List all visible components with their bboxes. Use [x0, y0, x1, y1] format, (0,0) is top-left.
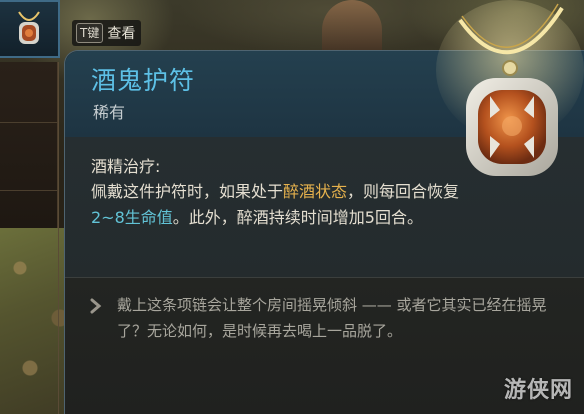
amulet-artwork — [436, 0, 584, 176]
side-divider — [58, 62, 59, 414]
key-hint-label: 查看 — [107, 26, 136, 42]
site-watermark: 游侠网 — [504, 378, 574, 403]
inspect-key-hint[interactable]: T键 查看 — [72, 20, 142, 46]
panel-divider — [0, 190, 58, 191]
panel-divider — [0, 122, 58, 123]
flavor-text: 戴上这条项链会让整个房间摇晃倾斜 —— 或者它其实已经在摇晃了？无论如何，是时候… — [117, 296, 547, 340]
effect-text-part: 。此外，醉酒持续时间增加5回合。 — [172, 208, 423, 227]
amulet-icon — [18, 11, 40, 44]
effect-heading: 酒精治疗: — [91, 157, 161, 176]
key-cap: T键 — [76, 23, 104, 43]
effect-description: 佩戴这件护符时，如果处于醉酒状态，则每回合恢复2~8生命值。此外，醉酒持续时间增… — [91, 179, 481, 231]
item-rarity: 稀有 — [93, 103, 126, 122]
drunk-status-link[interactable]: 醉酒状态 — [283, 182, 347, 201]
effect-text-part: 佩戴这件护符时，如果处于 — [91, 182, 284, 201]
item-name: 酒鬼护符 — [91, 66, 196, 95]
heal-amount: 2~8生命值 — [91, 208, 173, 227]
inventory-slot-amulet[interactable] — [0, 0, 60, 58]
side-panel — [0, 62, 58, 228]
quote-feather-icon — [90, 298, 102, 314]
